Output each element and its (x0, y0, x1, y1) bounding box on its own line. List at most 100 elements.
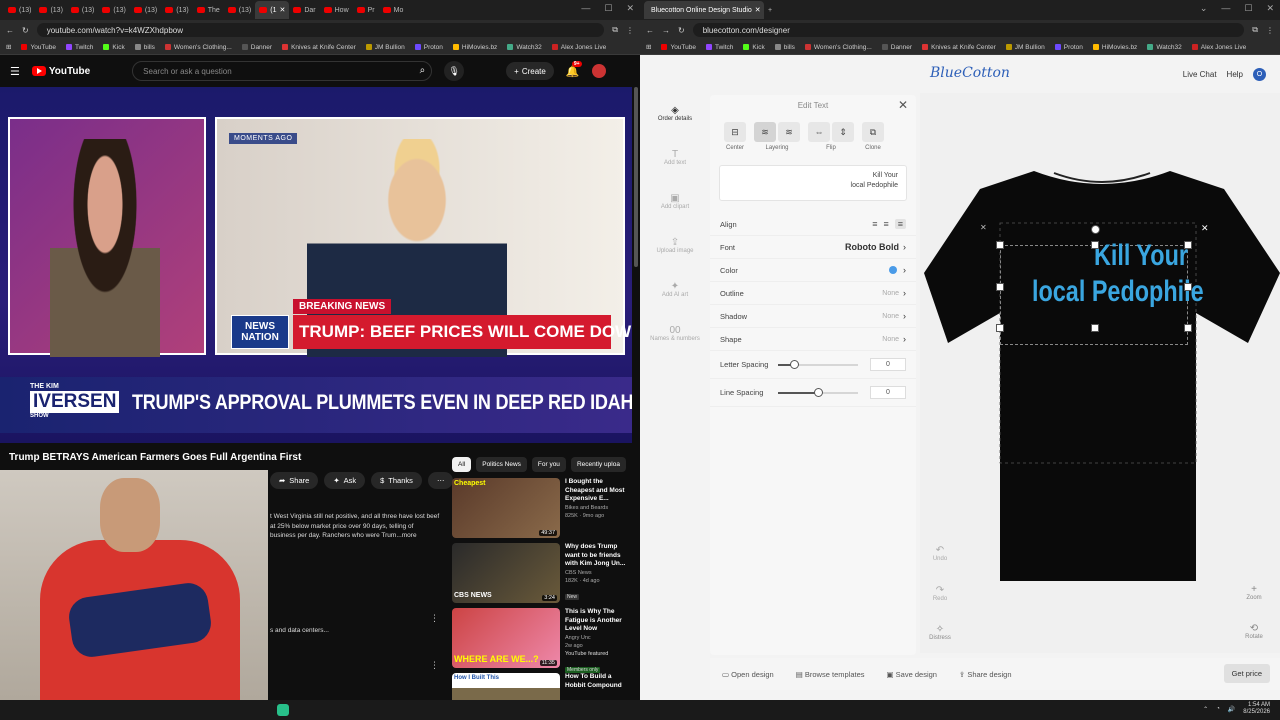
align-center-icon[interactable]: ≡ (883, 219, 888, 229)
bookmark[interactable]: Danner (241, 44, 272, 51)
bookmark[interactable]: Alex Jones Live (551, 44, 606, 51)
tab[interactable]: (13) (35, 1, 66, 19)
resize-handle[interactable] (996, 324, 1004, 332)
zoom-button[interactable]: + Zoom (1234, 584, 1274, 601)
bookmark[interactable]: Women's Clothing... (164, 44, 232, 51)
tab[interactable]: (13) (4, 1, 35, 19)
design-canvas[interactable]: Kill Your local Pedophile ✕ ✕ ↶ Undo ↷ Redo… (920, 93, 1280, 653)
network-icon[interactable]: ◔ (1216, 706, 1220, 712)
kebab-menu-icon[interactable]: ⋮ (430, 660, 439, 671)
live-chat-link[interactable]: Live Chat (1183, 70, 1217, 79)
close-icon[interactable]: ✕ (755, 6, 761, 14)
tab[interactable]: (13) (98, 1, 129, 19)
chevron-up-icon[interactable]: ⌃ (1203, 706, 1208, 713)
bookmark[interactable]: Twitch (66, 44, 93, 51)
new-tab-button[interactable]: + (764, 1, 776, 19)
text-content-input[interactable]: Kill Your local Pedophile (719, 165, 907, 201)
align-right-icon[interactable]: ≡ (894, 219, 906, 229)
undo-button[interactable]: ↶ Undo (920, 545, 960, 562)
distress-button[interactable]: ✧ Distress (920, 624, 960, 641)
slider-handle[interactable] (790, 359, 799, 369)
chip-for-you[interactable]: For you (531, 457, 566, 472)
kebab-menu-icon[interactable]: ⋮ (430, 613, 439, 624)
minimize-icon[interactable]: — (1221, 3, 1230, 14)
bookmark[interactable]: Kick (103, 44, 125, 51)
help-link[interactable]: Help (1227, 70, 1243, 79)
bookmark[interactable]: HiMovies.bz (1092, 44, 1137, 51)
letter-spacing-slider[interactable] (778, 359, 858, 369)
font-row[interactable]: Font Roboto Bold › (710, 236, 916, 259)
bookmark[interactable]: Watch32 (507, 44, 542, 51)
tab[interactable]: (13) (130, 1, 161, 19)
url-field[interactable]: bluecotton.com/designer (692, 23, 1245, 37)
video-thumbnail[interactable]: Cheapest 49:37 (452, 478, 560, 538)
url-field[interactable]: youtube.com/watch?v=k4WZXhdpbow (36, 23, 605, 37)
apps-grid-icon[interactable]: ⊞ (6, 43, 11, 51)
forward-icon[interactable]: → (662, 26, 670, 35)
reload-icon[interactable]: ↻ (22, 26, 29, 35)
bookmark[interactable]: Kick (743, 44, 765, 51)
layer-down-button[interactable]: ≋ (778, 122, 800, 142)
video-thumbnail[interactable]: WHERE ARE WE...? 11:35 (452, 608, 560, 668)
rotate-button[interactable]: ⟲ Rotate (1234, 623, 1274, 640)
tab[interactable]: Dar (289, 1, 319, 19)
more-link[interactable]: ...more (396, 532, 416, 539)
video-description[interactable]: t West Virginia still net positive, and … (270, 512, 440, 541)
resize-handle[interactable] (1091, 241, 1099, 249)
taskbar-app-icon[interactable] (277, 704, 289, 716)
bookmark[interactable]: YouTube (21, 44, 56, 51)
avatar[interactable] (591, 64, 606, 78)
reload-icon[interactable]: ↻ (678, 26, 685, 35)
sidebar-item-upload-image[interactable]: ⇪ Upload image (640, 225, 710, 269)
align-left-icon[interactable]: ≡ (872, 219, 877, 229)
bookmark[interactable]: Alex Jones Live (1191, 44, 1246, 51)
scrollbar[interactable] (634, 87, 638, 267)
ask-button[interactable]: ✦ Ask (324, 472, 366, 489)
resize-handle[interactable] (996, 241, 1004, 249)
thanks-button[interactable]: $ Thanks (371, 472, 422, 489)
sidebar-item-order-details[interactable]: ◈ Order details (640, 93, 710, 137)
browse-templates-button[interactable]: ▤ Browse templates (796, 670, 865, 679)
outline-row[interactable]: Outline None › (710, 282, 916, 305)
extension-icon[interactable]: ⧉ (1252, 25, 1258, 35)
shadow-row[interactable]: Shadow None › (710, 305, 916, 328)
sidebar-item-add-text[interactable]: T Add text (640, 137, 710, 181)
search-input[interactable]: Search or ask a question ⌕ (132, 61, 433, 81)
bookmark[interactable]: JM Bullion (365, 44, 405, 51)
maximize-icon[interactable]: ☐ (604, 3, 612, 14)
tab[interactable]: (13) (67, 1, 98, 19)
close-window-icon[interactable]: ✕ (626, 3, 634, 14)
resize-handle[interactable] (996, 283, 1004, 291)
chevron-down-icon[interactable]: ⌄ (1200, 3, 1208, 14)
list-item[interactable]: CBS NEWS 3:24 Why does Trump want to be … (452, 543, 632, 606)
sidebar-item-add-ai-art[interactable]: ✦ Add AI art (640, 269, 710, 313)
menu-dots-icon[interactable]: ⋮ (1266, 26, 1274, 35)
sidebar-item-add-clipart[interactable]: ▣ Add clipart (640, 181, 710, 225)
extension-icon[interactable]: ⧉ (612, 25, 618, 35)
tab[interactable]: Mo (379, 1, 408, 19)
tab[interactable]: Pr (353, 1, 379, 19)
open-design-button[interactable]: ▭ Open design (722, 670, 774, 679)
bookmark[interactable]: Knives at Knife Center (922, 44, 996, 51)
video-player[interactable]: MOMENTS AGO NEWS NATION BREAKING NEWS TRU… (0, 87, 632, 443)
back-icon[interactable]: ← (6, 26, 14, 35)
bookmark[interactable]: HiMovies.bz (452, 44, 497, 51)
apps-grid-icon[interactable]: ⊞ (646, 43, 651, 51)
resize-handle[interactable] (1184, 241, 1192, 249)
tab-active[interactable]: (1 ✕ (255, 1, 290, 19)
redo-button[interactable]: ↷ Redo (920, 585, 960, 602)
close-icon[interactable]: ✕ (898, 98, 908, 112)
resize-handle[interactable] (1184, 324, 1192, 332)
bookmark[interactable]: Proton (1054, 44, 1083, 51)
close-element-icon[interactable]: ✕ (1201, 223, 1209, 234)
bluecotton-logo[interactable]: BlueCotton (930, 65, 1010, 81)
get-price-button[interactable]: Get price (1223, 664, 1270, 683)
design-text[interactable]: Kill Your local Pedophile (1032, 238, 1204, 310)
line-spacing-slider[interactable] (778, 387, 858, 397)
bookmark[interactable]: Proton (414, 44, 443, 51)
bookmark[interactable]: YouTube (661, 44, 696, 51)
search-icon[interactable]: ⌕ (420, 65, 426, 76)
create-button[interactable]: + Create (506, 62, 554, 80)
clone-button[interactable]: ⧉ (862, 122, 884, 142)
bookmark[interactable]: bills (134, 44, 155, 51)
